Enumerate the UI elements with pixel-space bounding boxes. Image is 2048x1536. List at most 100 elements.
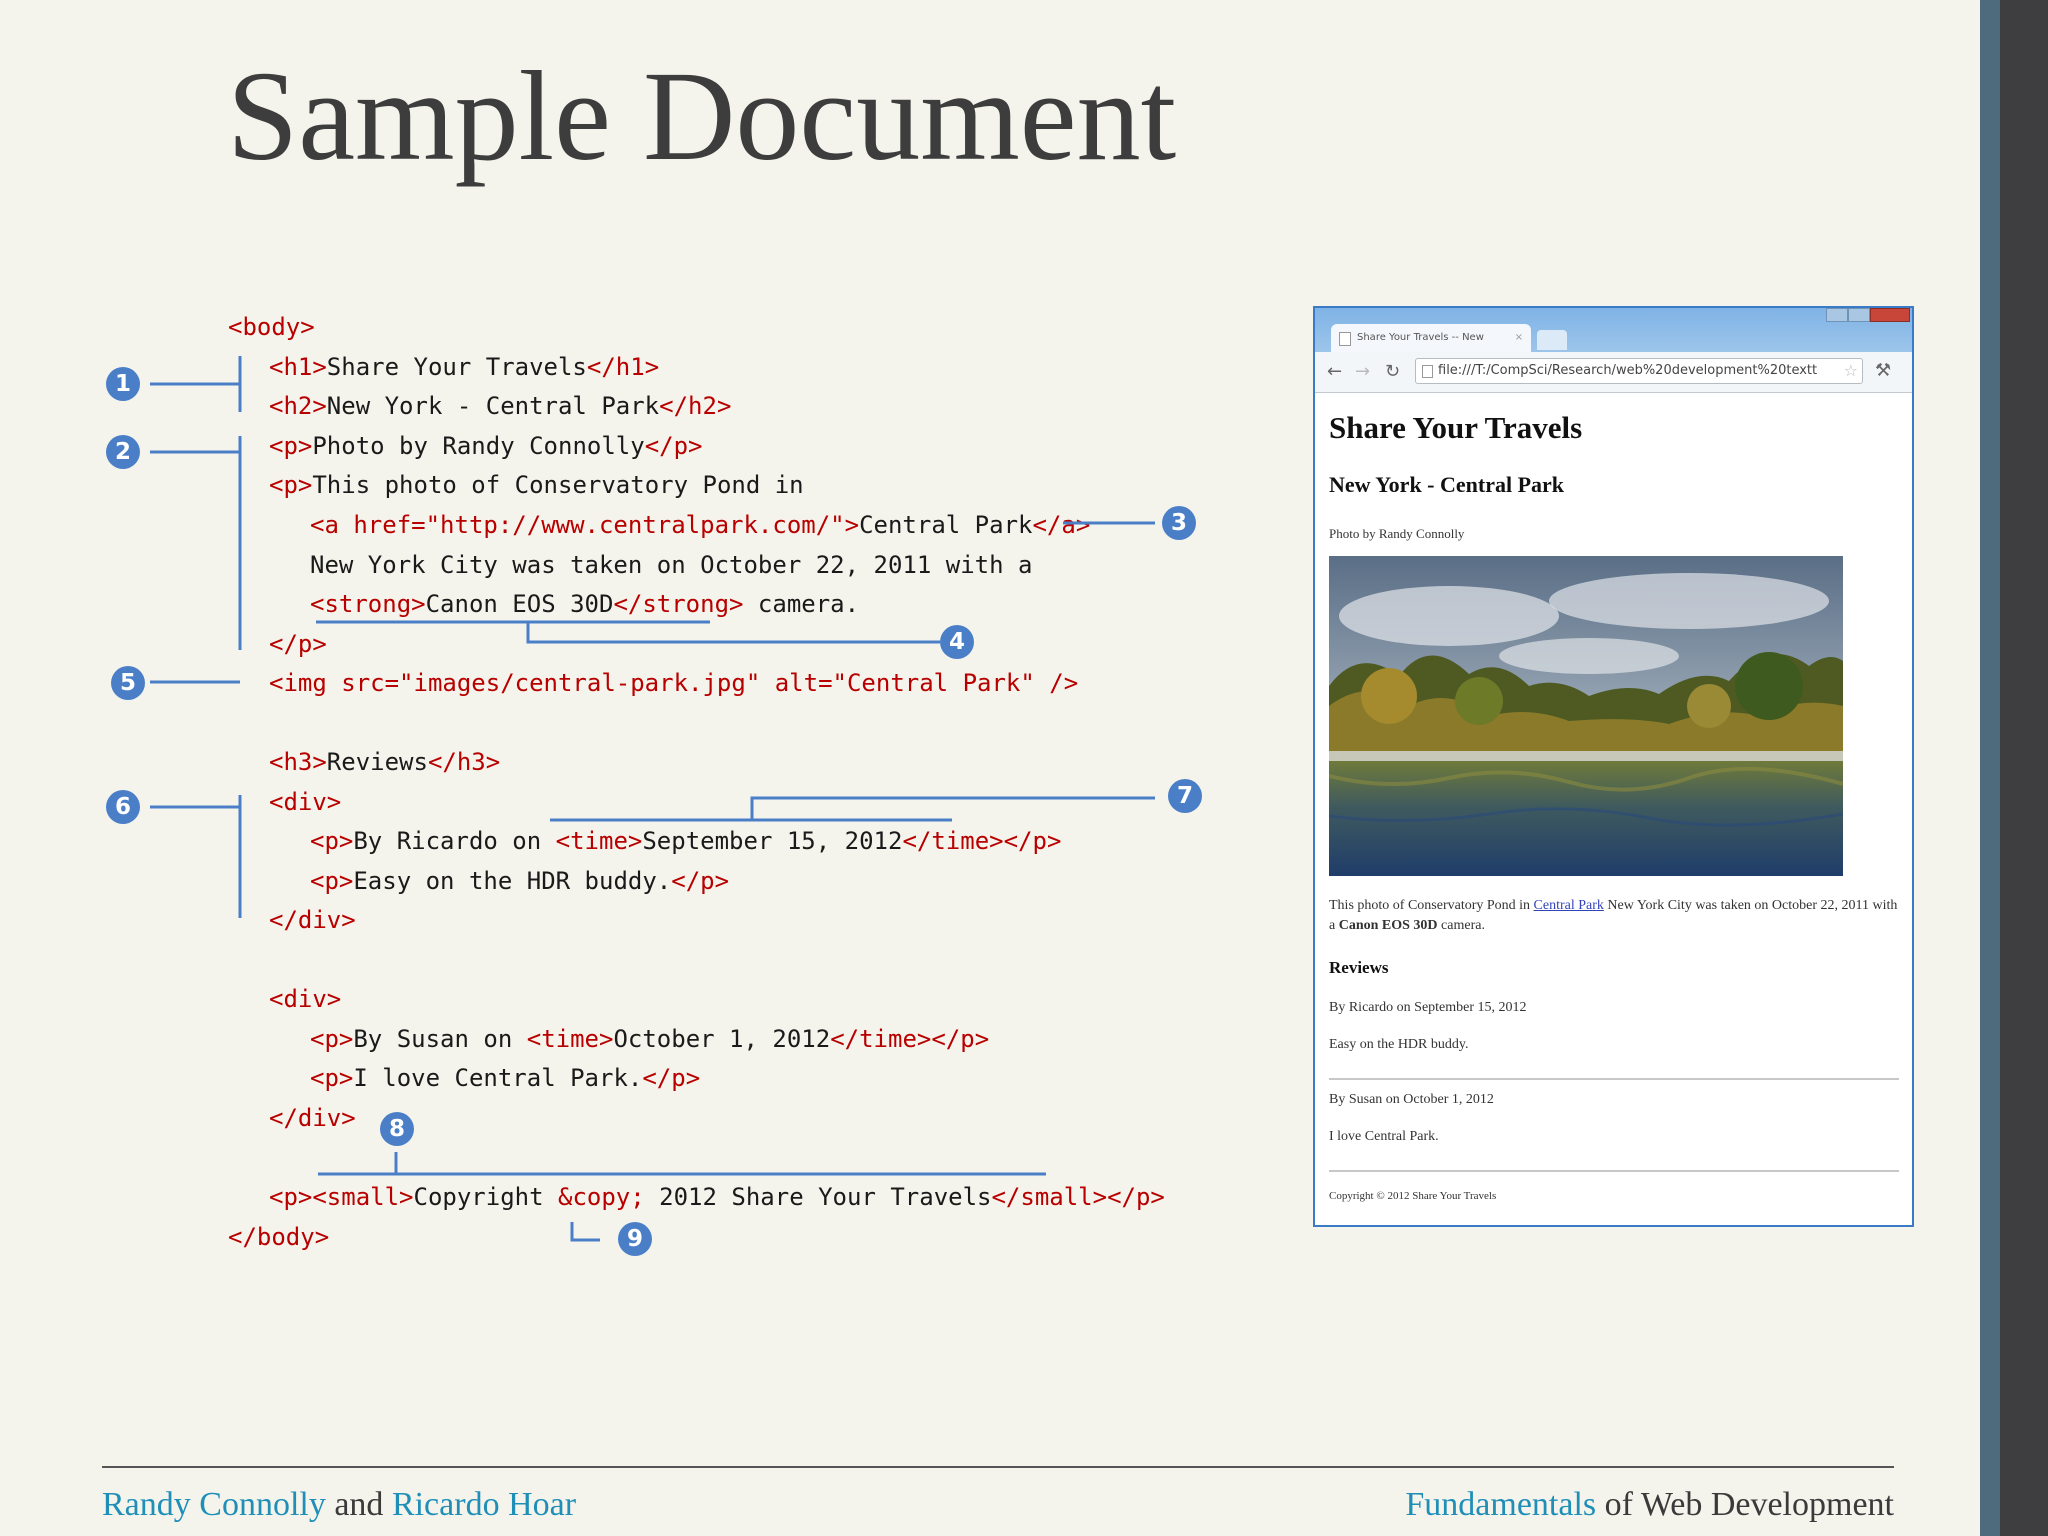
- page-review1-by: By Ricardo on September 15, 2012: [1329, 1000, 1527, 1015]
- code-tag: <p>: [310, 827, 354, 855]
- caption-strong: Canon EOS 30D: [1338, 918, 1438, 933]
- footer-book-title: Fundamentals of Web Development: [1405, 1486, 1894, 1524]
- footer-book-highlight: Fundamentals: [1405, 1486, 1597, 1523]
- footer-author-2: Ricardo Hoar: [391, 1486, 577, 1523]
- code-line-body-close: </body>: [228, 1217, 329, 1257]
- code-tag: </p>: [269, 630, 327, 658]
- code-line-review2-text: <p>I love Central Park.</p>: [310, 1058, 700, 1098]
- code-text: Central Park: [859, 511, 1033, 539]
- code-line-text-nyc: New York City was taken on October 22, 2…: [310, 545, 1032, 585]
- code-tag: </h1>: [586, 353, 660, 381]
- tab-close-icon[interactable]: ×: [1515, 324, 1523, 352]
- code-tag: <p><small>: [269, 1183, 414, 1211]
- page-reviews-heading: Reviews: [1329, 958, 1389, 977]
- forward-arrow-icon[interactable]: →: [1355, 362, 1370, 382]
- back-arrow-icon[interactable]: ←: [1327, 362, 1342, 382]
- code-line-div1-close: </div>: [269, 900, 356, 940]
- callout-5: 5: [111, 666, 145, 700]
- code-text: October 1, 2012: [613, 1025, 831, 1053]
- code-tag: <div>: [269, 788, 342, 816]
- callout-9: 9: [618, 1222, 652, 1256]
- code-tag: </h3>: [427, 748, 501, 776]
- code-tag: <h3>: [269, 748, 327, 776]
- new-tab-button[interactable]: [1537, 330, 1567, 350]
- review-divider-1: [1329, 1078, 1899, 1080]
- browser-tab[interactable]: Share Your Travels -- New ×: [1331, 324, 1531, 352]
- central-park-link[interactable]: Central Park: [1534, 898, 1604, 913]
- code-tag: <a href="http://www.centralpark.com/">: [310, 511, 860, 539]
- code-tag: <p>: [310, 1025, 354, 1053]
- wrench-icon[interactable]: ⚒: [1875, 360, 1891, 381]
- code-tag: <p>: [310, 1064, 354, 1092]
- code-line-h1: <h1>Share Your Travels</h1>: [269, 347, 659, 387]
- minimize-button[interactable]: [1826, 308, 1848, 322]
- review-divider-2: [1329, 1170, 1899, 1172]
- code-tag: <body>: [228, 313, 315, 341]
- code-line-h2: <h2>New York - Central Park</h2>: [269, 386, 731, 426]
- code-line-div2-open: <div>: [269, 979, 341, 1019]
- footer-rule: [102, 1466, 1894, 1468]
- callout-2: 2: [106, 435, 140, 469]
- code-line-p-close: </p>: [269, 624, 327, 664]
- footer-authors: Randy Connolly and Ricardo Hoar: [102, 1486, 576, 1524]
- code-text: By Susan on: [353, 1025, 527, 1053]
- code-text: New York - Central Park: [326, 392, 660, 420]
- code-text: Easy on the HDR buddy.: [353, 867, 672, 895]
- code-tag: <p>: [269, 471, 313, 499]
- code-line-p-photo-by: <p>Photo by Randy Connolly</p>: [269, 426, 703, 466]
- close-button[interactable]: [1870, 308, 1910, 322]
- code-text: camera.: [743, 590, 860, 618]
- code-tag: &copy;: [558, 1183, 645, 1211]
- code-tag: </time></p>: [902, 827, 1062, 855]
- callout-8: 8: [380, 1112, 414, 1146]
- slide-side-accent: [1980, 0, 2000, 1536]
- code-tag: </p>: [644, 432, 703, 460]
- browser-chrome: Share Your Travels -- New × ← → ↻ file:/…: [1315, 308, 1912, 393]
- callout-6: 6: [106, 790, 140, 824]
- caption-text-3: camera.: [1437, 918, 1485, 933]
- code-tag: </time></p>: [830, 1025, 990, 1053]
- code-text: Canon EOS 30D: [425, 590, 614, 618]
- page-h2: New York - Central Park: [1329, 472, 1565, 497]
- code-tag: <time>: [555, 827, 643, 855]
- page-copyright: Copyright © 2012 Share Your Travels: [1329, 1190, 1497, 1202]
- page-review2-by: By Susan on October 1, 2012: [1329, 1092, 1494, 1107]
- code-line-review1-by: <p>By Ricardo on <time>September 15, 201…: [310, 821, 1061, 861]
- footer-and: and: [325, 1486, 392, 1523]
- reload-icon[interactable]: ↻: [1385, 362, 1400, 382]
- footer-book-rest: of Web Development: [1596, 1486, 1894, 1523]
- code-text: 2012 Share Your Travels: [644, 1183, 992, 1211]
- code-text: Copyright: [413, 1183, 558, 1211]
- page-review2-text: I love Central Park.: [1329, 1129, 1439, 1144]
- code-line-p-open: <p>This photo of Conservatory Pond in: [269, 465, 804, 505]
- code-text: This photo of Conservatory Pond in: [312, 471, 804, 499]
- url-page-icon: [1422, 365, 1433, 378]
- code-text: Reviews: [326, 748, 428, 776]
- tab-title: Share Your Travels -- New: [1357, 332, 1484, 343]
- code-tag: <time>: [526, 1025, 614, 1053]
- bookmark-star-icon[interactable]: ☆: [1844, 359, 1858, 383]
- footer-author-1: Randy Connolly: [102, 1486, 326, 1523]
- slide-side-band: [2000, 0, 2048, 1536]
- callout-3: 3: [1162, 506, 1196, 540]
- page-photo-by: Photo by Randy Connolly: [1329, 526, 1465, 541]
- code-tag: </body>: [228, 1223, 330, 1251]
- maximize-button[interactable]: [1848, 308, 1870, 322]
- code-tag: </div>: [269, 906, 356, 934]
- code-tag: </small></p>: [991, 1183, 1165, 1211]
- code-line-review1-text: <p>Easy on the HDR buddy.</p>: [310, 861, 729, 901]
- code-text: By Ricardo on: [353, 827, 556, 855]
- code-tag: <div>: [269, 985, 342, 1013]
- code-line-review2-by: <p>By Susan on <time>October 1, 2012</ti…: [310, 1019, 989, 1059]
- code-line-copyright: <p><small>Copyright &copy; 2012 Share Yo…: [269, 1177, 1165, 1217]
- address-bar[interactable]: file:///T:/CompSci/Research/web%20develo…: [1415, 358, 1863, 384]
- code-tag: </p>: [671, 867, 730, 895]
- code-tag: <p>: [269, 432, 313, 460]
- caption-text: This photo of Conservatory Pond in: [1329, 898, 1534, 913]
- browser-toolbar: ← → ↻ file:///T:/CompSci/Research/web%20…: [1315, 352, 1912, 393]
- code-line-h3: <h3>Reviews</h3>: [269, 742, 500, 782]
- code-tag: </h2>: [659, 392, 732, 420]
- code-tag: <img src="images/central-park.jpg" alt="…: [269, 669, 1079, 697]
- callout-1: 1: [106, 367, 140, 401]
- code-text: New York City was taken on October 22, 2…: [310, 551, 1033, 579]
